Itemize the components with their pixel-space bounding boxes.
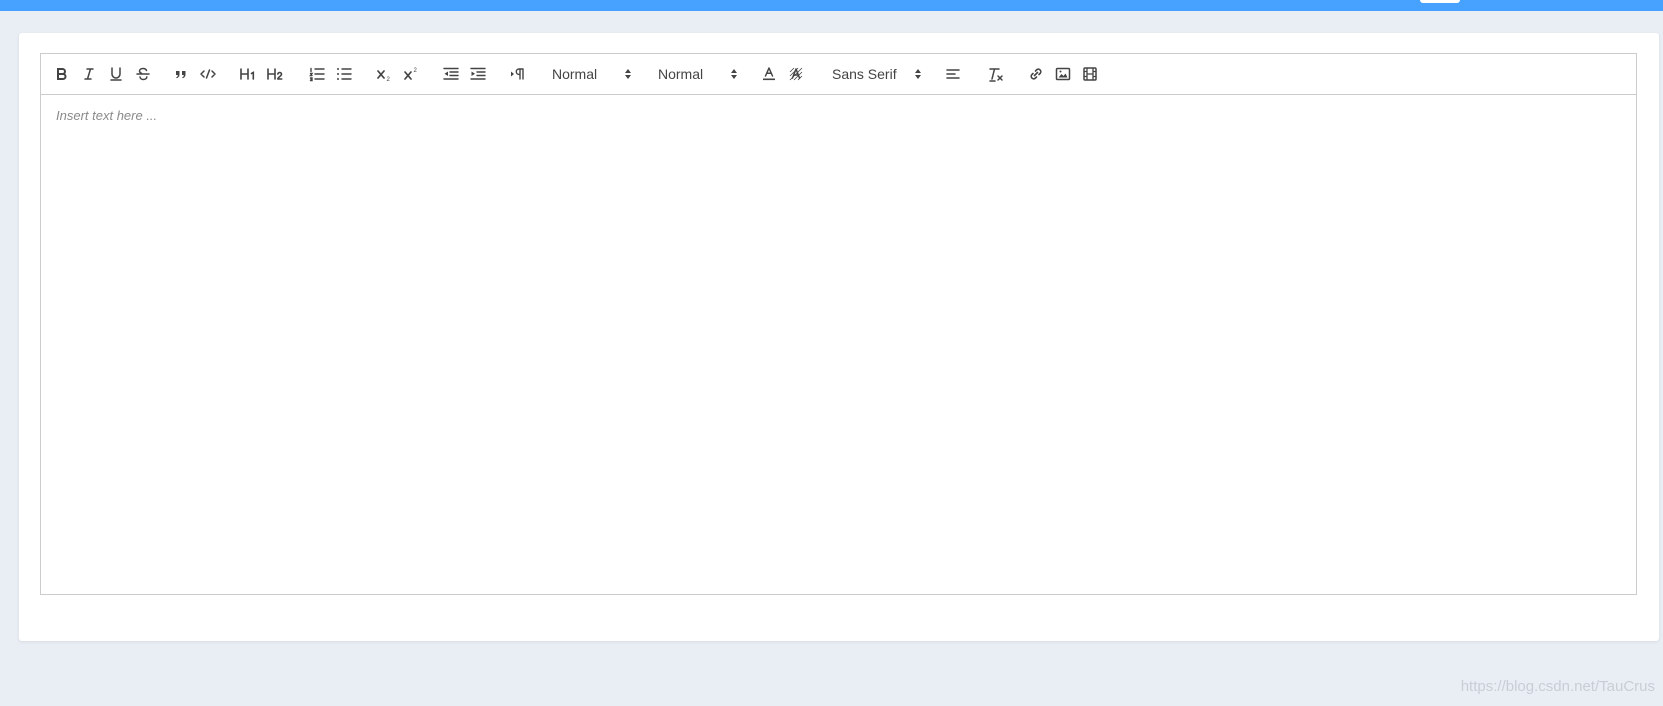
image-icon (1055, 67, 1071, 81)
header-2-button[interactable] (263, 63, 287, 85)
superscript-button[interactable]: 2 (399, 63, 423, 85)
subscript-icon: 2 (377, 70, 391, 83)
blockquote-icon (176, 71, 186, 79)
header-2-icon (267, 68, 283, 80)
text-direction-rtl-icon (511, 68, 524, 80)
text-color-button[interactable] (757, 63, 781, 85)
header-select[interactable]: Normal (552, 62, 632, 86)
link-button[interactable] (1024, 63, 1048, 85)
size-select-label: Normal (658, 66, 704, 82)
strikethrough-icon (136, 67, 150, 81)
header-1-button[interactable] (236, 63, 260, 85)
underline-button[interactable] (104, 63, 128, 85)
clear-formatting-button[interactable] (983, 63, 1007, 85)
ordered-list-icon (309, 67, 325, 82)
font-select-label: Sans Serif (832, 66, 897, 82)
bold-button[interactable] (50, 63, 74, 85)
outdent-button[interactable] (439, 63, 463, 85)
select-caret-icon (915, 69, 921, 79)
italic-button[interactable] (77, 63, 101, 85)
bullet-list-icon (337, 68, 352, 80)
font-select[interactable]: Sans Serif (832, 62, 922, 86)
watermark-text: https://blog.csdn.net/TauCrus (1460, 678, 1655, 695)
text-color-icon (763, 67, 775, 81)
indent-icon (470, 67, 486, 80)
text-direction-button[interactable] (506, 63, 530, 85)
size-select[interactable]: Normal (658, 62, 738, 86)
editor-content-area[interactable]: Insert text here ... (41, 95, 1636, 594)
video-icon (1083, 67, 1097, 81)
svg-text:2: 2 (414, 68, 418, 74)
image-button[interactable] (1051, 63, 1075, 85)
select-caret-icon (731, 69, 737, 79)
background-color-icon (789, 67, 803, 81)
svg-text:2: 2 (387, 77, 391, 83)
blockquote-button[interactable] (169, 63, 193, 85)
background-color-button[interactable] (784, 63, 808, 85)
clear-formatting-icon (989, 68, 1003, 82)
bullet-list-button[interactable] (332, 63, 356, 85)
editor-placeholder: Insert text here ... (56, 108, 158, 123)
editor-toolbar: 2 2 Normal Normal Sans Serif (41, 54, 1636, 95)
code-block-icon (200, 69, 216, 79)
select-caret-icon (625, 69, 631, 79)
align-left-icon (946, 69, 960, 79)
video-button[interactable] (1078, 63, 1102, 85)
top-nav-button[interactable] (1420, 0, 1460, 3)
editor-card: 2 2 Normal Normal Sans Serif Insert text… (19, 33, 1659, 641)
link-icon (1030, 68, 1042, 80)
rich-text-editor: 2 2 Normal Normal Sans Serif Insert text… (40, 53, 1637, 595)
top-nav-bar (0, 0, 1663, 11)
strike-button[interactable] (131, 63, 155, 85)
header-select-label: Normal (552, 66, 598, 82)
italic-icon (84, 68, 94, 80)
code-block-button[interactable] (196, 63, 220, 85)
bold-icon (57, 68, 67, 80)
header-1-icon (240, 68, 255, 80)
align-button[interactable] (941, 63, 965, 85)
subscript-button[interactable]: 2 (372, 63, 396, 85)
underline-icon (110, 67, 122, 81)
superscript-icon: 2 (404, 68, 418, 80)
outdent-icon (443, 67, 459, 80)
indent-button[interactable] (466, 63, 490, 85)
ordered-list-button[interactable] (305, 63, 329, 85)
